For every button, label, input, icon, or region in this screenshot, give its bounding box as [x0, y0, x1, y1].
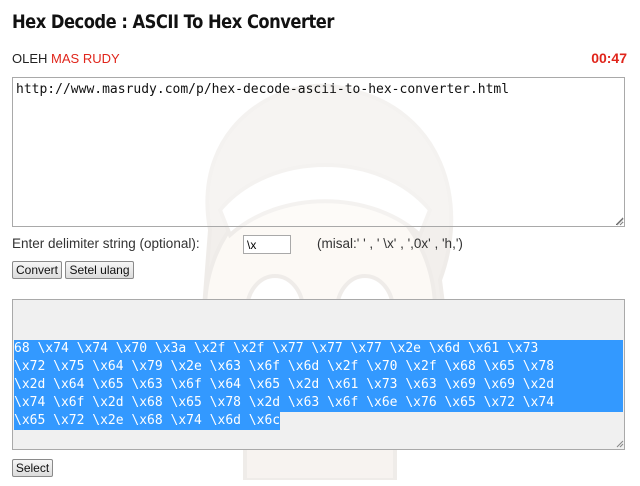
delimiter-label: Enter delimiter string (optional): [12, 236, 200, 251]
output-line: 68 \x74 \x74 \x70 \x3a \x2f \x2f \x77 \x… [14, 340, 623, 358]
resize-grip-icon[interactable] [615, 217, 624, 226]
output-line: \x65 \x72 \x2e \x68 \x74 \x6d \x6c [14, 412, 281, 430]
delimiter-hint: (misal:' ' , ' \x' , ',0x' , 'h,') [317, 236, 463, 251]
convert-button[interactable]: Convert [12, 261, 62, 279]
hex-output-textarea[interactable]: 68 \x74 \x74 \x70 \x3a \x2f \x2f \x77 \x… [12, 299, 625, 450]
delimiter-input[interactable] [243, 235, 291, 254]
select-button[interactable]: Select [12, 459, 53, 477]
output-line: \x2d \x64 \x65 \x63 \x6f \x64 \x65 \x2d … [14, 376, 623, 394]
output-line: \x74 \x6f \x2d \x68 \x65 \x78 \x2d \x63 … [14, 394, 623, 412]
byline-prefix: OLEH [12, 51, 48, 66]
author-byline: OLEH MAS RUDY [12, 51, 120, 66]
byline-author: MAS RUDY [51, 51, 120, 66]
ascii-input-textarea[interactable]: http://www.masrudy.com/p/hex-decode-asci… [12, 77, 625, 227]
reset-button[interactable]: Setel ulang [65, 261, 134, 279]
output-line: \x72 \x75 \x64 \x79 \x2e \x63 \x6f \x6d … [14, 358, 623, 376]
page-title: Hex Decode : ASCII To Hex Converter [12, 11, 334, 33]
timer-display: 00:47 [591, 50, 627, 66]
resize-grip-icon[interactable] [615, 439, 624, 448]
